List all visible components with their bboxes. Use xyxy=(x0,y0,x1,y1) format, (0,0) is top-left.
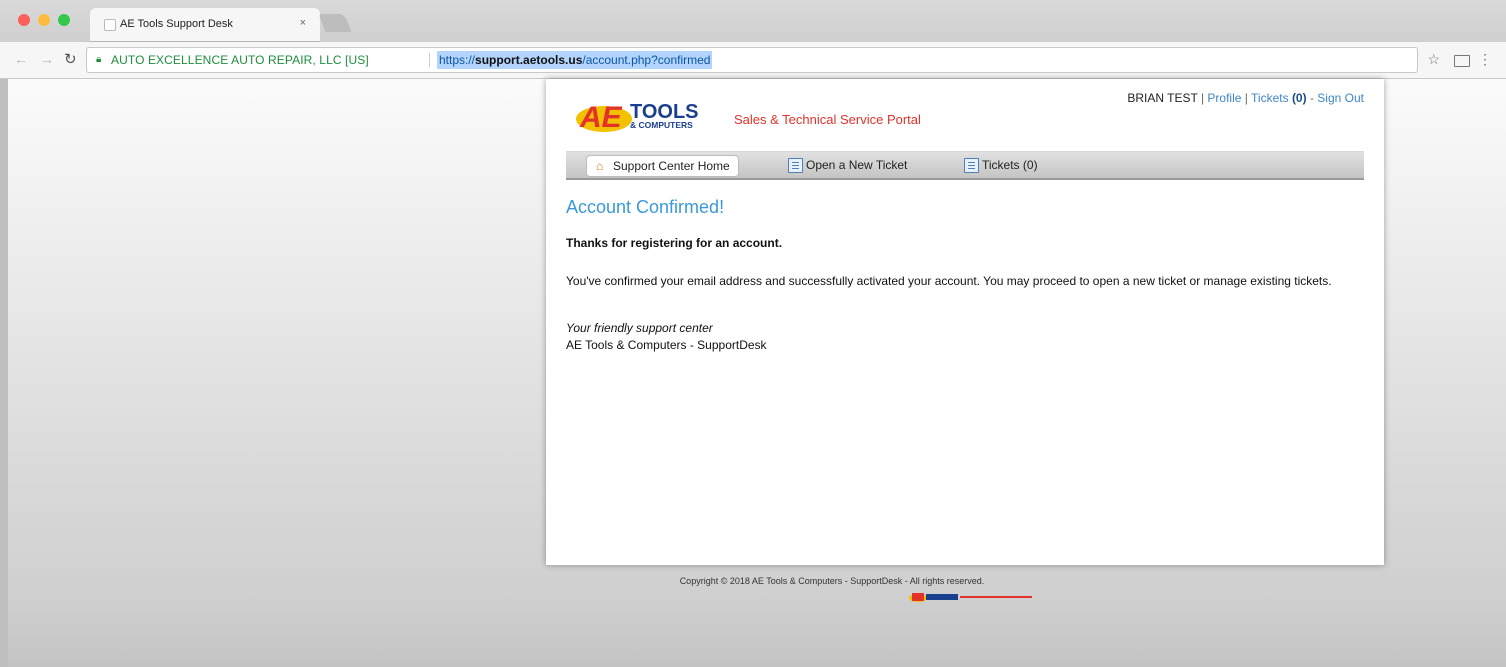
main-nav-bar: ⌂ Support Center Home Open a New Ticket … xyxy=(566,151,1364,180)
tickets-link-label: Tickets xyxy=(1251,91,1289,105)
address-bar[interactable]: 🔒︎ AUTO EXCELLENCE AUTO REPAIR, LLC [US]… xyxy=(86,47,1418,73)
bookmark-star-icon[interactable]: ☆ xyxy=(1427,51,1440,68)
browser-menu-icon[interactable]: ⋮ xyxy=(1478,51,1492,68)
tickets-link[interactable]: Tickets (0) xyxy=(1251,91,1307,105)
logo-ae-mark: AE xyxy=(579,101,623,134)
confirmation-body: You've confirmed your email address and … xyxy=(566,274,1332,288)
page-viewport: AE TOOLS & COMPUTERS Sales & Technical S… xyxy=(8,79,1506,667)
zoom-window-button[interactable] xyxy=(58,14,70,26)
home-icon: ⌂ xyxy=(596,159,604,173)
portal-tagline: Sales & Technical Service Portal xyxy=(734,112,921,127)
page-favicon-icon xyxy=(104,19,116,31)
new-ticket-icon xyxy=(788,158,803,173)
browser-titlebar: AE Tools Support Desk × xyxy=(0,0,1506,42)
ae-tools-logo[interactable]: AE TOOLS & COMPUTERS xyxy=(574,95,736,139)
url-path: /account.php?confirmed xyxy=(582,53,711,67)
reload-icon[interactable]: ↻ xyxy=(64,50,77,68)
url-text[interactable]: https://support.aetools.us/account.php?c… xyxy=(437,51,713,69)
tab-close-icon[interactable]: × xyxy=(300,17,306,29)
user-nav: BRIAN TEST | Profile | Tickets (0) - Sig… xyxy=(1127,91,1364,105)
tickets-icon xyxy=(964,158,979,173)
tickets-count: (0) xyxy=(1291,91,1307,105)
back-arrow-icon[interactable]: ← xyxy=(14,51,28,67)
ev-certificate-label[interactable]: AUTO EXCELLENCE AUTO REPAIR, LLC [US] xyxy=(111,48,369,72)
browser-toolbar: ← → ↻ 🔒︎ AUTO EXCELLENCE AUTO REPAIR, LL… xyxy=(0,42,1506,79)
minimize-window-button[interactable] xyxy=(38,14,50,26)
nav-dash: - xyxy=(1309,91,1314,105)
page-title: Account Confirmed! xyxy=(566,197,725,217)
footer-logo xyxy=(909,593,1032,602)
lock-icon: 🔒︎ xyxy=(96,54,102,65)
tab-title: AE Tools Support Desk xyxy=(120,18,233,30)
cast-icon[interactable] xyxy=(1454,55,1470,67)
nav-tickets[interactable]: Tickets (0) xyxy=(956,155,1046,175)
nav-new-ticket-label: Open a New Ticket xyxy=(806,158,908,172)
user-name: BRIAN TEST xyxy=(1127,91,1198,105)
url-host: support.aetools.us xyxy=(475,53,583,67)
nav-open-new-ticket[interactable]: Open a New Ticket xyxy=(780,155,915,175)
main-container: AE TOOLS & COMPUTERS Sales & Technical S… xyxy=(546,79,1384,565)
url-scheme: https:// xyxy=(439,53,476,67)
new-tab-button[interactable] xyxy=(318,14,352,32)
footer-logo-tagline-line xyxy=(960,596,1032,598)
footer-logo-ae-mark xyxy=(912,593,924,601)
forward-arrow-icon[interactable]: → xyxy=(40,51,54,67)
browser-tab-active[interactable]: AE Tools Support Desk × xyxy=(90,8,320,42)
nav-separator: | xyxy=(1200,91,1205,105)
logo-sub-text: & COMPUTERS xyxy=(630,120,693,130)
nav-separator: | xyxy=(1244,91,1248,105)
sign-out-link[interactable]: Sign Out xyxy=(1317,91,1364,105)
footer-logo-wordmark xyxy=(926,594,958,600)
nav-support-center-home[interactable]: ⌂ Support Center Home xyxy=(586,155,739,177)
thanks-message: Thanks for registering for an account. xyxy=(566,236,783,250)
nav-tickets-label: Tickets (0) xyxy=(982,158,1038,172)
signature-name: AE Tools & Computers - SupportDesk xyxy=(566,338,767,352)
address-divider xyxy=(429,53,430,67)
signature-tagline: Your friendly support center xyxy=(566,321,713,335)
profile-link[interactable]: Profile xyxy=(1207,91,1241,105)
nav-home-label: Support Center Home xyxy=(613,159,730,173)
copyright-text: Copyright © 2018 AE Tools & Computers - … xyxy=(679,576,985,586)
close-window-button[interactable] xyxy=(18,14,30,26)
